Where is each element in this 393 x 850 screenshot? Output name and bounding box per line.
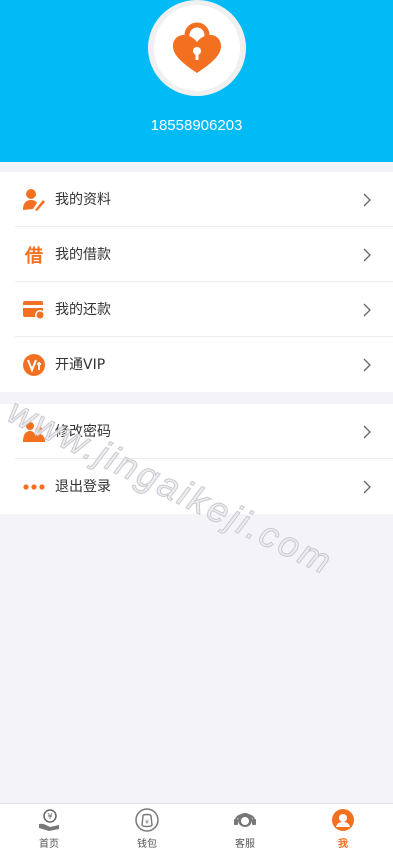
chevron-right-icon [363,193,371,207]
tab-home[interactable]: ¥ 首页 [0,804,98,850]
tab-label: 钱包 [137,839,157,850]
settings-menu: 修改密码 退出登录 [0,404,393,514]
tab-label: 首页 [39,839,59,850]
home-icon: ¥ [39,809,59,831]
tab-wallet[interactable]: ¥ 钱包 [98,804,196,850]
menu-item-my-loans[interactable]: 借 我的借款 [0,227,393,282]
menu-item-logout[interactable]: 退出登录 [0,459,393,514]
chevron-right-icon [363,425,371,439]
chevron-right-icon [363,480,371,494]
menu-item-label: 开通VIP [55,357,106,373]
tab-me[interactable]: 我 [294,804,392,850]
tab-label: 客服 [235,839,255,850]
profile-header: 18558906203 [0,0,393,162]
chevron-right-icon [363,358,371,372]
menu-item-label: 修改密码 [55,424,111,440]
svg-text:¥: ¥ [47,812,52,821]
menu-item-label: 我的还款 [55,302,111,318]
chevron-right-icon [363,248,371,262]
me-icon [332,809,354,831]
menu-item-label: 退出登录 [55,479,111,495]
svg-text:¥: ¥ [145,819,149,826]
menu-item-label: 我的资料 [55,192,111,208]
user-phone: 18558906203 [150,117,243,134]
repay-card-icon [22,298,46,322]
tab-label: 我 [338,839,348,850]
menu-item-open-vip[interactable]: 开通VIP [0,337,393,392]
vip-icon [22,353,46,377]
borrow-icon: 借 [25,246,43,267]
avatar[interactable] [148,0,246,96]
more-dots-icon [22,475,46,499]
menu-item-my-repayments[interactable]: 我的还款 [0,282,393,337]
wallet-icon: ¥ [135,808,159,832]
menu-item-my-profile[interactable]: 我的资料 [0,172,393,227]
users-icon [22,420,46,444]
heart-lock-icon [173,22,221,73]
bottom-tab-bar: ¥ 首页 ¥ 钱包 客服 我 [0,803,393,850]
profile-edit-icon [22,188,46,212]
menu-item-label: 我的借款 [55,247,111,263]
chevron-right-icon [363,303,371,317]
tab-service[interactable]: 客服 [196,804,294,850]
service-icon [234,813,256,827]
account-menu: 我的资料 借 我的借款 我的还款 开通VIP [0,172,393,392]
menu-item-change-password[interactable]: 修改密码 [0,404,393,459]
